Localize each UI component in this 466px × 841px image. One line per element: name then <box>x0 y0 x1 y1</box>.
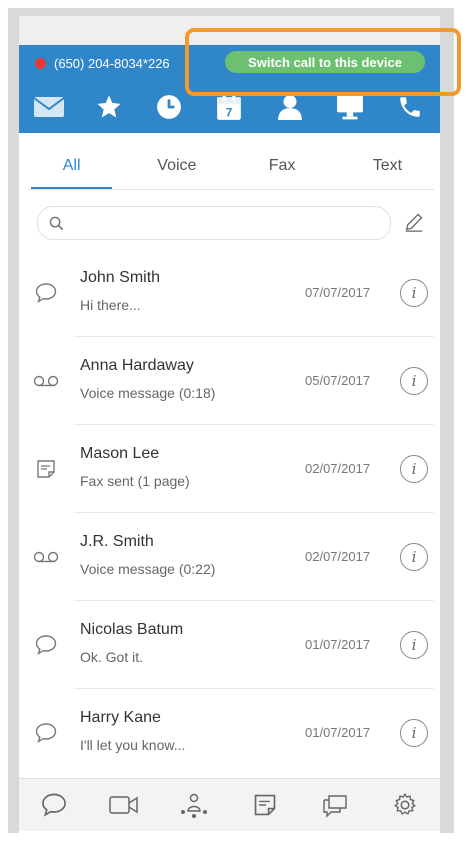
contact-name: Nicolas Batum <box>80 621 184 638</box>
tab-text[interactable]: Text <box>335 143 440 189</box>
message-date: 01/07/2017 <box>305 637 371 652</box>
message-date: 07/07/2017 <box>305 285 371 300</box>
filter-tabs: All Voice Fax Text <box>19 143 440 189</box>
message-date: 05/07/2017 <box>305 373 371 388</box>
list-item[interactable]: Anna Hardaway Voice message (0:18) 05/07… <box>19 337 440 425</box>
search-bar <box>37 206 391 240</box>
text-message-icon <box>33 633 59 657</box>
list-item[interactable]: John Smith Hi there... 07/07/2017 i <box>19 249 440 337</box>
message-date: 02/07/2017 <box>305 549 371 564</box>
info-icon[interactable]: i <box>400 455 428 483</box>
contact-name: Mason Lee <box>80 445 160 462</box>
search-icon <box>38 216 74 231</box>
highlight-box <box>185 28 461 96</box>
message-preview: Voice message (0:18) <box>80 385 216 401</box>
call-indicator-icon <box>35 57 46 69</box>
bottom-nav <box>19 778 440 831</box>
chat-icon[interactable] <box>318 788 352 822</box>
contact-name: John Smith <box>80 269 161 286</box>
tab-all[interactable]: All <box>19 143 124 189</box>
message-preview: I'll let you know... <box>80 737 186 753</box>
contact-name: Anna Hardaway <box>80 357 194 374</box>
contact-name: Harry Kane <box>80 709 161 726</box>
message-list: John Smith Hi there... 07/07/2017 i Anna… <box>19 249 440 777</box>
message-preview: Fax sent (1 page) <box>80 473 190 489</box>
clock-icon[interactable] <box>151 89 187 125</box>
info-icon[interactable]: i <box>400 631 428 659</box>
text-message-icon <box>33 721 59 745</box>
settings-icon[interactable] <box>388 788 422 822</box>
fax-icon[interactable] <box>248 788 282 822</box>
compose-pencil-icon[interactable] <box>402 210 426 234</box>
messages-icon[interactable] <box>37 788 71 822</box>
message-date: 02/07/2017 <box>305 461 371 476</box>
fax-icon <box>33 457 59 481</box>
message-preview: Hi there... <box>80 297 141 313</box>
conference-icon[interactable] <box>177 788 211 822</box>
app-screen: (650) 204-8034*226 Switch call to this d… <box>19 45 440 835</box>
voicemail-icon <box>33 545 59 569</box>
video-icon[interactable] <box>107 788 141 822</box>
calendar-day-number: 7 <box>226 106 233 120</box>
list-item[interactable]: Nicolas Batum Ok. Got it. 01/07/2017 i <box>19 601 440 689</box>
info-icon[interactable]: i <box>400 719 428 747</box>
message-preview: Ok. Got it. <box>80 649 144 665</box>
message-date: 01/07/2017 <box>305 725 371 740</box>
info-icon[interactable]: i <box>400 279 428 307</box>
contact-name: J.R. Smith <box>80 533 154 550</box>
list-item[interactable]: J.R. Smith Voice message (0:22) 02/07/20… <box>19 513 440 601</box>
tab-voice[interactable]: Voice <box>124 143 229 189</box>
info-icon[interactable]: i <box>400 543 428 571</box>
list-item[interactable]: Mason Lee Fax sent (1 page) 02/07/2017 i <box>19 425 440 513</box>
active-call-number: (650) 204-8034*226 <box>54 55 170 71</box>
info-icon[interactable]: i <box>400 367 428 395</box>
mail-icon[interactable] <box>31 89 67 125</box>
list-item[interactable]: Harry Kane I'll let you know... 01/07/20… <box>19 689 440 777</box>
star-icon[interactable] <box>91 89 127 125</box>
voicemail-icon <box>33 369 59 393</box>
search-input[interactable] <box>74 208 390 238</box>
text-message-icon <box>33 281 59 305</box>
tabs-divider <box>29 189 434 190</box>
tab-fax[interactable]: Fax <box>230 143 335 189</box>
message-preview: Voice message (0:22) <box>80 561 216 577</box>
